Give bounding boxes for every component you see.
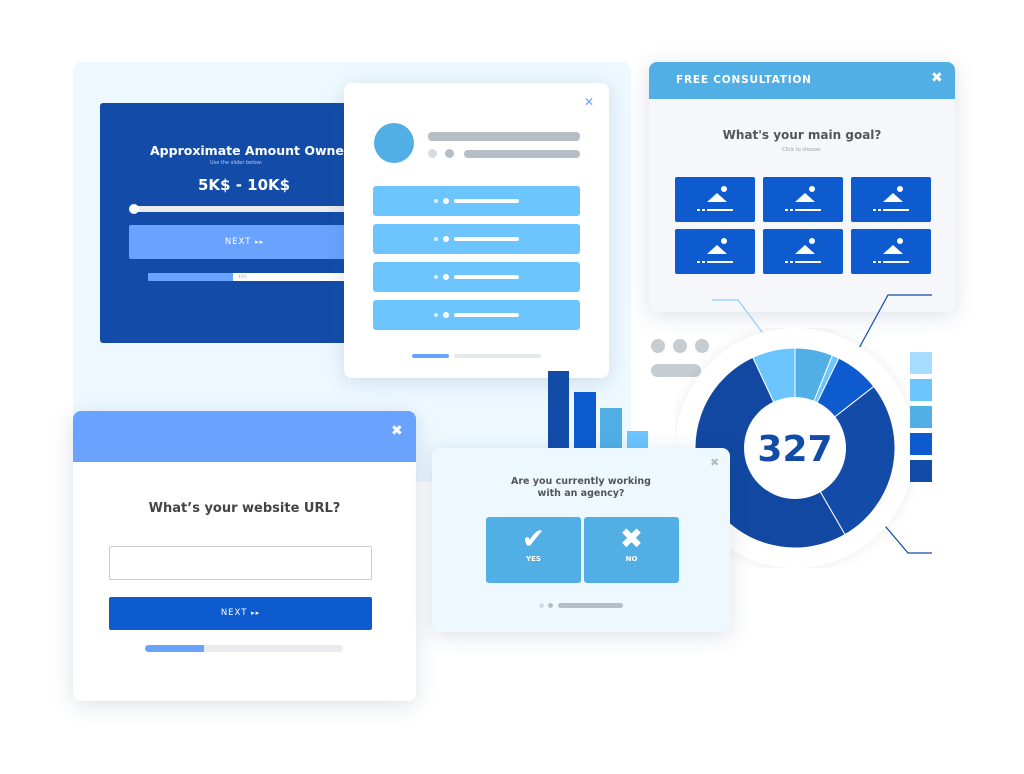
agency-question-line1: Are you currently working xyxy=(511,476,651,487)
agency-question-line2: with an agency? xyxy=(537,488,625,499)
no-label: NO xyxy=(625,555,638,563)
progress-bar xyxy=(145,645,343,652)
legend-swatch xyxy=(910,433,932,455)
yes-label: YES xyxy=(526,555,541,563)
double-chevron-right-icon: ▸▸ xyxy=(251,609,261,617)
dot xyxy=(651,339,665,353)
legend-swatch xyxy=(910,352,932,374)
close-icon[interactable]: ✖ xyxy=(391,424,403,438)
url-question: What’s your website URL? xyxy=(148,501,341,516)
close-icon[interactable]: ✖ xyxy=(710,457,719,468)
step-bar xyxy=(558,603,623,608)
url-header: ✖ xyxy=(73,411,416,462)
mini-bar xyxy=(600,408,622,451)
mini-bar xyxy=(548,371,569,451)
next-label: NEXT xyxy=(220,608,248,618)
url-input[interactable] xyxy=(109,546,372,580)
url-form: ✖ What’s your website URL? NEXT ▸▸ xyxy=(73,411,416,701)
next-button[interactable]: NEXT ▸▸ xyxy=(109,597,372,630)
legend-swatches xyxy=(910,352,932,482)
legend-swatch xyxy=(910,406,932,428)
legend-swatch xyxy=(910,379,932,401)
legend-swatch xyxy=(910,460,932,482)
dot xyxy=(548,603,553,608)
donut-value: 327 xyxy=(757,429,832,470)
x-icon: ✖ xyxy=(619,522,644,555)
progress-fill xyxy=(145,645,205,652)
dot xyxy=(539,603,544,608)
agency-form: ✖ Are you currently working with an agen… xyxy=(432,448,730,632)
check-icon: ✔ xyxy=(521,522,546,555)
no-button[interactable]: ✖ NO xyxy=(584,517,679,583)
mini-bar xyxy=(574,392,596,451)
yes-button[interactable]: ✔ YES xyxy=(486,517,581,583)
